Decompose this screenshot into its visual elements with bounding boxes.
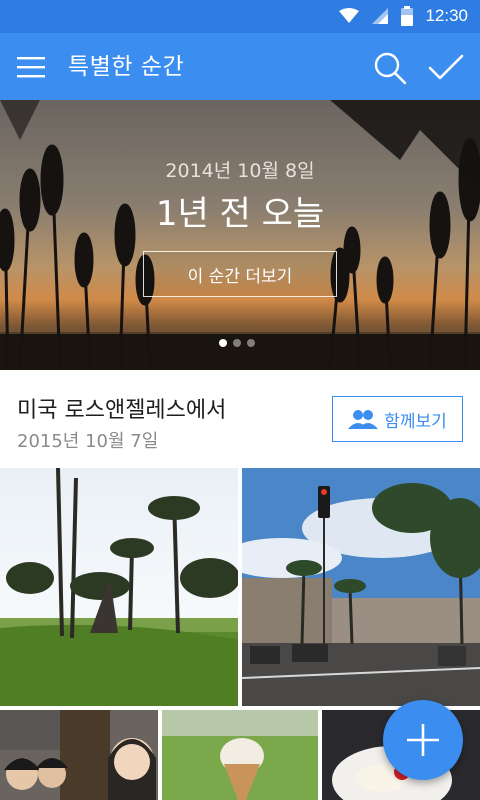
memory-date: 2014년 10월 8일 (165, 160, 315, 182)
check-icon (428, 54, 464, 80)
story-date: 2015년 10월 7일 (17, 431, 159, 452)
memory-headline: 1년 전 오늘 (155, 194, 325, 234)
photo-ice-cream-cone[interactable] (162, 710, 318, 800)
wifi-icon (339, 8, 360, 23)
page-dot (247, 339, 255, 347)
battery-icon (401, 6, 414, 26)
menu-button[interactable] (17, 53, 45, 81)
photo-street-traffic-light[interactable] (242, 468, 480, 706)
page-dot-active (219, 339, 227, 347)
share-button-label: 함께보기 (384, 411, 447, 432)
photo-selfie-group[interactable] (0, 710, 158, 800)
status-bar: 12:30 (0, 0, 480, 33)
select-button[interactable] (427, 50, 465, 86)
search-icon (374, 52, 407, 85)
app-bar: 특별한 순간 (0, 33, 480, 100)
view-moment-button[interactable]: 이 순간 더보기 (143, 251, 337, 297)
page-indicator (219, 339, 255, 347)
signal-icon (372, 8, 389, 24)
photo-palm-park[interactable] (0, 468, 238, 706)
page-title: 특별한 순간 (68, 54, 185, 80)
story-location: 미국 로스앤젤레스에서 (17, 398, 227, 423)
share-together-button[interactable]: 함께보기 (332, 396, 463, 442)
add-button[interactable] (383, 700, 463, 780)
menu-icon (17, 57, 45, 78)
memory-hero-banner[interactable]: 2014년 10월 8일 1년 전 오늘 이 순간 더보기 (0, 100, 480, 370)
page-dot (233, 339, 241, 347)
plus-icon (407, 724, 439, 756)
status-time: 12:30 (425, 6, 468, 25)
sunset-reeds-image (0, 100, 480, 370)
search-button[interactable] (372, 50, 408, 86)
people-icon (348, 410, 379, 429)
story-header: 미국 로스앤젤레스에서 2015년 10월 7일 함께보기 (0, 370, 480, 468)
